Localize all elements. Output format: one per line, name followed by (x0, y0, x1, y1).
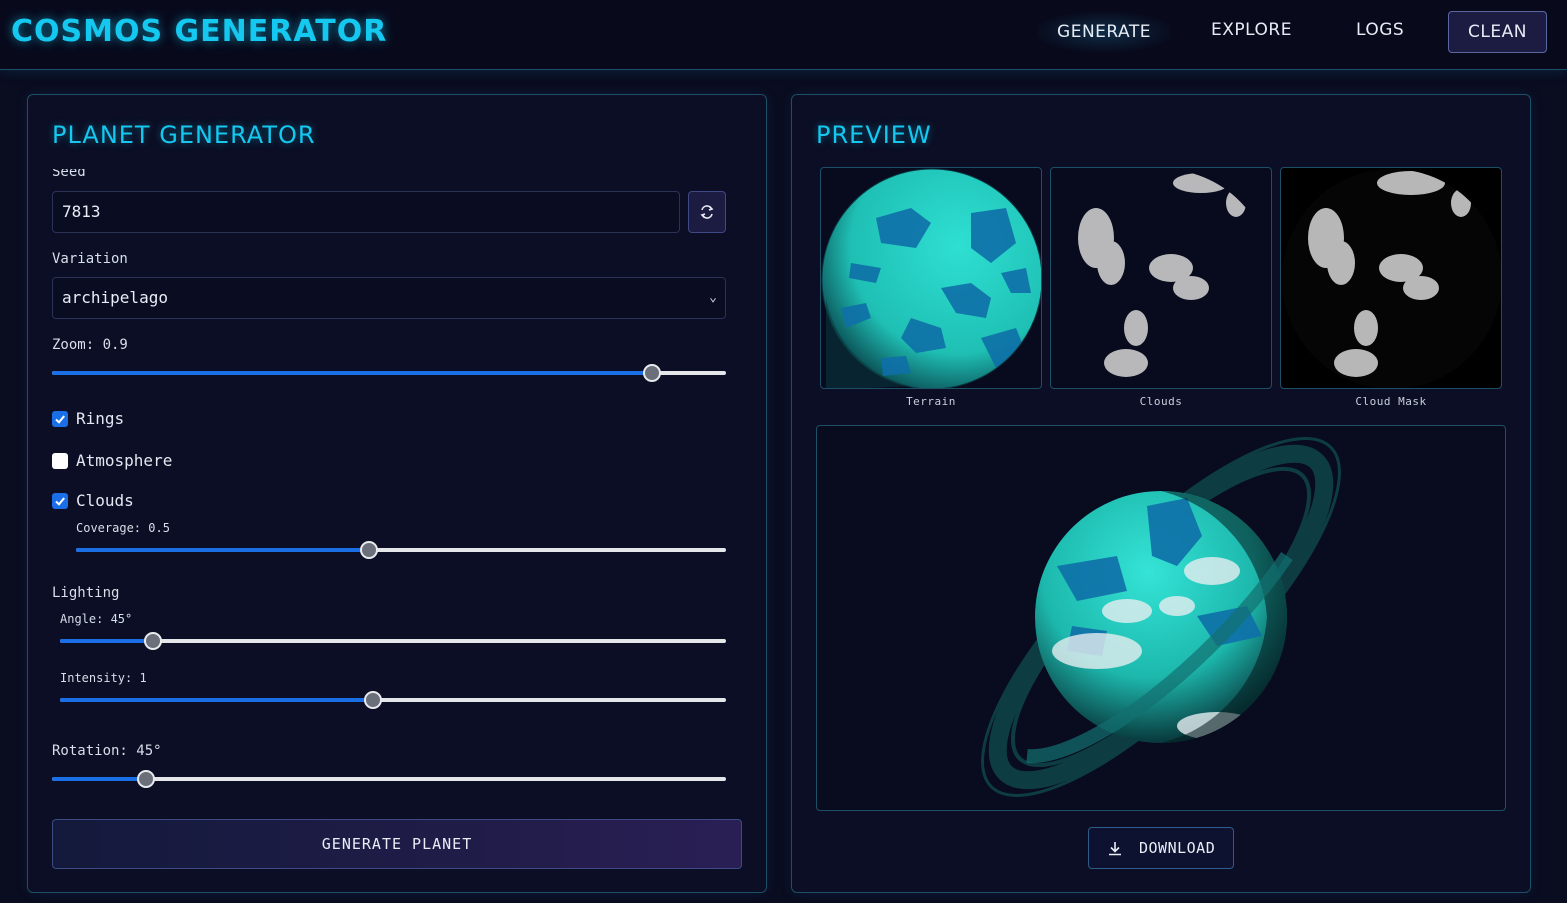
variation-label: Variation (52, 251, 128, 267)
app-title: COSMOS GENERATOR (11, 14, 388, 49)
atmosphere-label: Atmosphere (76, 451, 173, 470)
download-icon (1109, 842, 1121, 856)
panel-title-generator: PLANET GENERATOR (52, 121, 316, 149)
angle-label: Angle: 45° (60, 612, 133, 626)
clouds-preview-image (1050, 167, 1272, 389)
coverage-slider[interactable] (76, 541, 726, 559)
zoom-label: Zoom: 0.9 (52, 337, 128, 353)
panel-title-preview: PREVIEW (816, 121, 932, 149)
clean-button[interactable]: CLEAN (1448, 11, 1547, 53)
rotation-slider[interactable] (52, 770, 726, 788)
planet-render-canvas (816, 425, 1506, 811)
coverage-slider-thumb[interactable] (359, 541, 378, 559)
intensity-label: Intensity: 1 (60, 671, 147, 685)
zoom-slider[interactable] (52, 364, 726, 382)
top-header: COSMOS GENERATOR GENERATE EXPLORE LOGS C… (0, 0, 1567, 70)
refresh-icon (700, 205, 714, 219)
zoom-slider-thumb[interactable] (642, 364, 661, 382)
angle-slider[interactable] (60, 632, 726, 650)
coverage-label: Coverage: 0.5 (76, 521, 170, 535)
clouds-label: Clouds (76, 491, 134, 510)
rings-checkbox[interactable] (52, 411, 68, 427)
nav-generate[interactable]: GENERATE (1037, 12, 1171, 52)
clouds-checkbox[interactable] (52, 493, 68, 509)
caption-terrain: Terrain (906, 395, 956, 408)
terrain-preview-image (820, 167, 1042, 389)
seed-input[interactable]: 7813 (52, 191, 680, 233)
download-button[interactable]: DOWNLOAD (1088, 827, 1234, 869)
intensity-slider-thumb[interactable] (364, 691, 383, 709)
seed-label: Seed (52, 169, 86, 179)
refresh-seed-button[interactable] (688, 191, 726, 233)
variation-value: archipelago (62, 288, 168, 307)
variation-select[interactable]: archipelago ⌄ (52, 277, 726, 319)
nav-explore[interactable]: EXPLORE (1211, 20, 1292, 44)
atmosphere-checkbox[interactable] (52, 453, 68, 469)
generate-planet-button[interactable]: GENERATE PLANET (52, 819, 742, 869)
caption-clouds: Clouds (1139, 395, 1183, 408)
caption-cloud-mask: Cloud Mask (1355, 395, 1427, 408)
planet-generator-panel: PLANET GENERATOR Seed 7813 Variation arc… (27, 94, 767, 893)
angle-slider-thumb[interactable] (144, 632, 163, 650)
lighting-label: Lighting (52, 585, 120, 601)
intensity-slider[interactable] (60, 691, 726, 709)
preview-panel: PREVIEW Terrain Clouds Cloud Mask DOWNLO… (791, 94, 1531, 893)
download-label: DOWNLOAD (1139, 839, 1216, 857)
rings-label: Rings (76, 409, 125, 428)
rotation-slider-thumb[interactable] (137, 770, 156, 788)
cloud-mask-preview-image (1280, 167, 1502, 389)
chevron-down-icon: ⌄ (709, 290, 717, 305)
rotation-label: Rotation: 45° (52, 743, 162, 759)
nav-logs[interactable]: LOGS (1356, 20, 1404, 44)
